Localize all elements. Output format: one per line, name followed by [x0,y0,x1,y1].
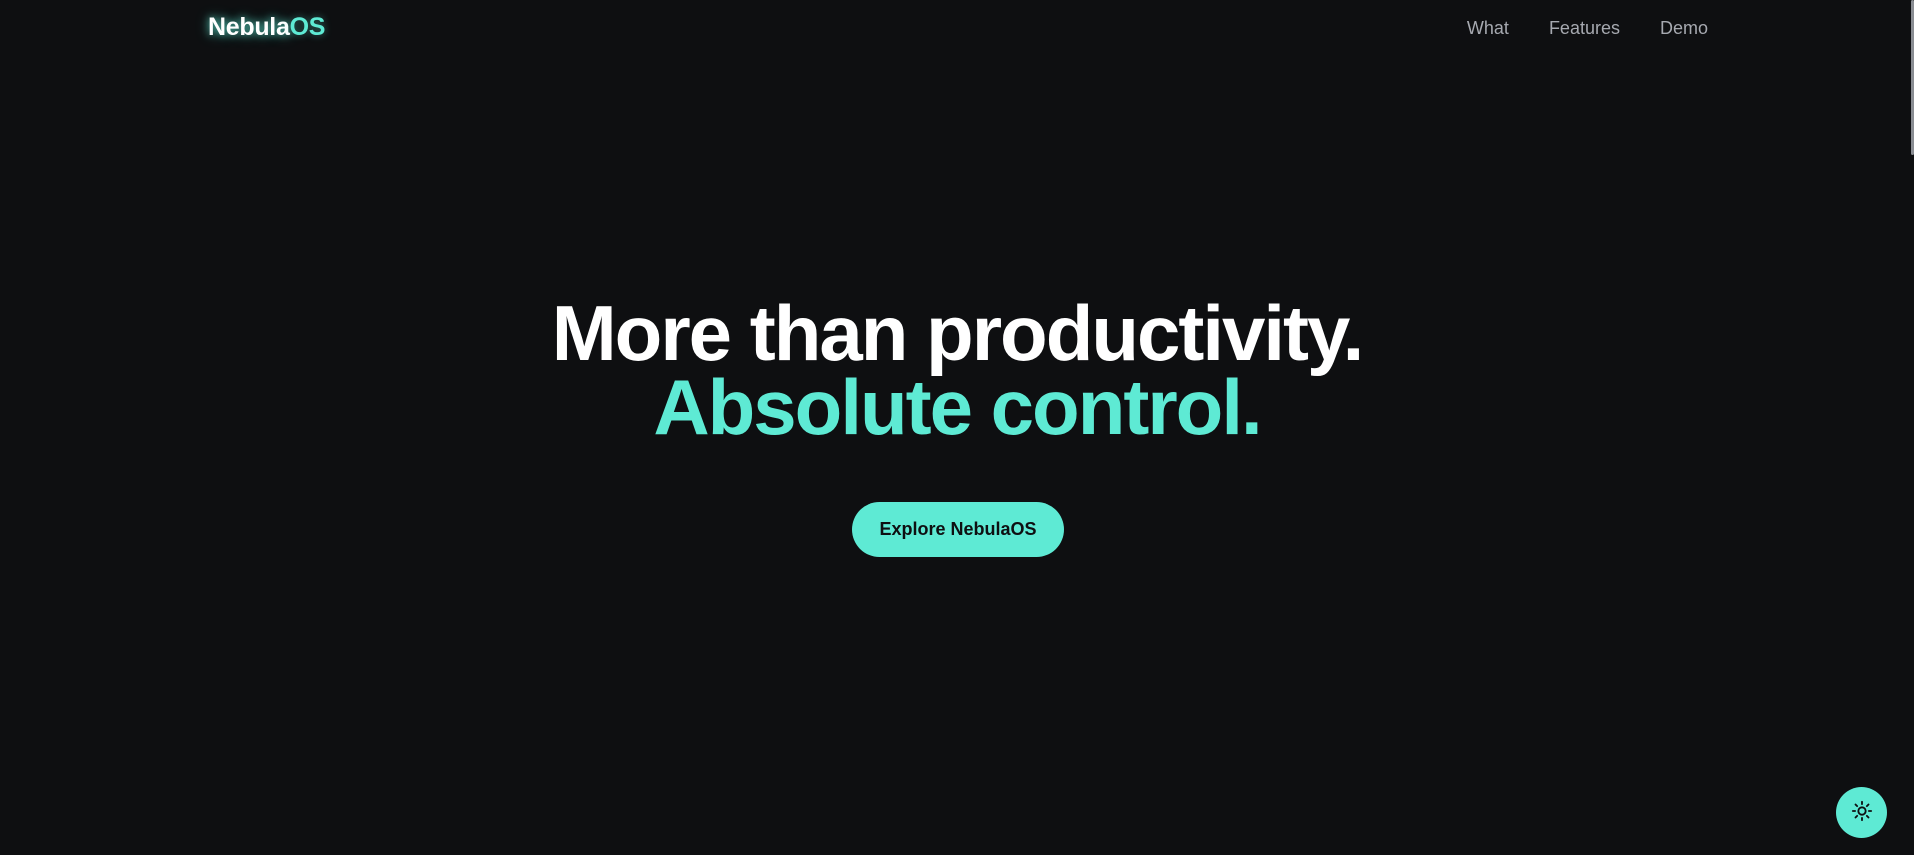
brand-suffix: OS [289,13,326,41]
navbar: NebulaOS What Features Demo [0,0,1914,56]
nav-links: What Features Demo [1467,16,1708,40]
nav-link-features[interactable]: Features [1549,16,1620,40]
landing-page: NebulaOS What Features Demo More than pr… [0,0,1914,855]
theme-toggle-button[interactable] [1836,787,1887,838]
sun-icon [1851,800,1873,825]
scrollbar[interactable] [1910,0,1914,855]
hero-title-line-1: More than productivity. [551,289,1365,377]
brand-logo[interactable]: NebulaOS [208,12,325,42]
hero-title-line-2: Absolute control. [653,363,1262,451]
nav-link-what[interactable]: What [1467,16,1509,40]
hero-section: More than productivity. Absolute control… [0,289,1914,451]
hero-title: More than productivity. Absolute control… [0,289,1914,451]
brand-name: Nebula [208,13,290,41]
explore-button[interactable]: Explore NebulaOS [852,502,1064,557]
nav-link-demo[interactable]: Demo [1660,16,1708,40]
